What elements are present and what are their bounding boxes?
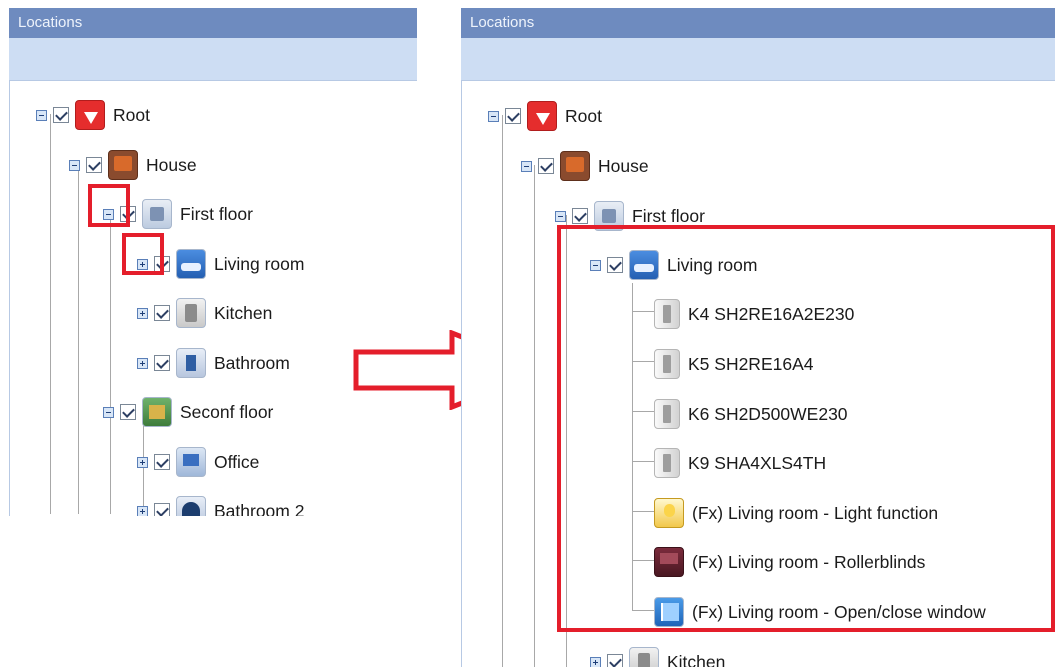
node-checkbox[interactable]	[572, 208, 588, 224]
node-label: Root	[113, 104, 150, 125]
panel-toolbar	[9, 38, 417, 80]
house-icon	[560, 151, 590, 181]
node-checkbox[interactable]	[154, 454, 170, 470]
node-checkbox[interactable]	[538, 158, 554, 174]
node-label: Living room	[214, 253, 305, 274]
kitchen-icon	[176, 298, 206, 328]
location-tree: Root House First floor Living room Kitch…	[9, 80, 417, 516]
tree-node-second-floor[interactable]: Seconf floor	[103, 392, 273, 432]
highlight-collapse-first-floor	[88, 184, 130, 227]
highlight-expand-living-room	[122, 233, 164, 275]
root-icon	[527, 101, 557, 131]
panel-title: Locations	[461, 8, 1055, 38]
collapse-toggle[interactable]	[36, 109, 47, 121]
node-label: First floor	[180, 203, 253, 224]
node-checkbox[interactable]	[53, 107, 69, 123]
node-label: Root	[565, 105, 602, 126]
expand-toggle[interactable]	[137, 357, 148, 369]
tree-node-kitchen[interactable]: Kitchen	[590, 642, 725, 667]
collapse-toggle[interactable]	[69, 159, 80, 171]
node-label: Bathroom 2	[214, 500, 305, 517]
collapse-toggle[interactable]	[103, 406, 114, 418]
floor-icon	[142, 397, 172, 427]
bathroom-icon	[176, 496, 206, 516]
node-label: House	[598, 155, 649, 176]
living-room-icon	[176, 249, 206, 279]
expand-toggle[interactable]	[137, 307, 148, 319]
tree-node-root[interactable]: Root	[488, 96, 602, 136]
panel-toolbar	[461, 38, 1055, 80]
node-checkbox[interactable]	[86, 157, 102, 173]
node-label: Kitchen	[667, 651, 726, 667]
tree-node-bathroom[interactable]: Bathroom	[137, 343, 290, 383]
highlight-living-room-contents	[557, 225, 1055, 632]
node-label: Kitchen	[214, 302, 273, 323]
node-checkbox[interactable]	[154, 305, 170, 321]
tree-node-bathroom-2[interactable]: Bathroom 2	[137, 491, 304, 516]
expand-toggle[interactable]	[137, 456, 148, 468]
expand-toggle[interactable]	[137, 505, 148, 516]
collapse-toggle[interactable]	[521, 160, 532, 172]
office-icon	[176, 447, 206, 477]
node-label: Bathroom	[214, 352, 290, 373]
node-checkbox[interactable]	[120, 404, 136, 420]
node-checkbox[interactable]	[154, 503, 170, 516]
root-icon	[75, 100, 105, 130]
collapse-toggle[interactable]	[555, 210, 566, 222]
kitchen-icon	[629, 647, 659, 667]
collapse-toggle[interactable]	[488, 110, 499, 122]
expand-toggle[interactable]	[590, 656, 601, 667]
node-checkbox[interactable]	[505, 108, 521, 124]
tree-node-root[interactable]: Root	[36, 95, 150, 135]
house-icon	[108, 150, 138, 180]
node-label: House	[146, 154, 197, 175]
panel-title: Locations	[9, 8, 417, 38]
bathroom-icon	[176, 348, 206, 378]
node-checkbox[interactable]	[607, 654, 623, 667]
node-checkbox[interactable]	[154, 355, 170, 371]
floor-icon	[142, 199, 172, 229]
node-label: Office	[214, 451, 260, 472]
node-label: Seconf floor	[180, 401, 274, 422]
tree-node-office[interactable]: Office	[137, 442, 259, 482]
tree-node-house[interactable]: House	[69, 145, 197, 185]
tree-node-house[interactable]: House	[521, 146, 649, 186]
tree-node-kitchen[interactable]: Kitchen	[137, 293, 272, 333]
node-label: First floor	[632, 205, 705, 226]
locations-panel-before: Locations Root House First floor Living …	[9, 8, 417, 516]
